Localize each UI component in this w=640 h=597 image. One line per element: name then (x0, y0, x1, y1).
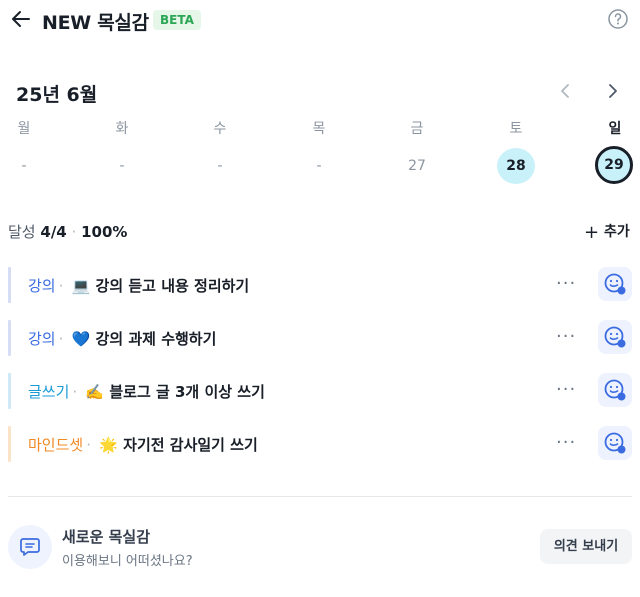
more-options-icon[interactable]: ··· (556, 273, 576, 294)
weekday-label: 토 (509, 121, 523, 137)
month-label: 25년 6월 (16, 84, 98, 106)
help-icon[interactable] (608, 9, 628, 29)
chat-icon (20, 538, 40, 556)
task-item[interactable]: 마인드셋 · 🌟 자기전 감사일기 쓰기 ··· (8, 426, 632, 462)
task-item[interactable]: 강의 · 💻 강의 듣고 내용 정리하기 ··· (8, 267, 632, 303)
task-category: 강의 (28, 277, 56, 295)
calendar-day[interactable]: 27 (398, 148, 436, 184)
more-options-icon[interactable]: ··· (556, 432, 576, 453)
weekday-label: 일 (608, 121, 622, 137)
task-color-bar (8, 320, 11, 356)
task-color-bar (8, 426, 11, 462)
add-button-label: 추가 (603, 224, 630, 240)
summary-percent: 100% (81, 223, 128, 241)
task-title: 블로그 글 3개 이상 쓰기 (109, 383, 265, 401)
task-label: 마인드셋 · 🌟 자기전 감사일기 쓰기 (28, 436, 258, 454)
smile-add-icon (604, 432, 626, 454)
prev-month-chevron-icon[interactable] (556, 81, 576, 101)
task-emoji: ✍️ (85, 383, 105, 401)
task-label: 강의 · 💙 강의 과제 수행하기 (28, 330, 217, 348)
task-item[interactable]: 글쓰기 · ✍️ 블로그 글 3개 이상 쓰기 ··· (8, 373, 632, 409)
divider (8, 496, 632, 497)
feedback-subtitle: 이용해보니 어떠셨나요? (62, 554, 193, 569)
task-label: 강의 · 💻 강의 듣고 내용 정리하기 (28, 277, 250, 295)
smile-add-icon (604, 326, 626, 348)
task-category: 글쓰기 (28, 383, 70, 401)
summary-separator: · (71, 223, 77, 241)
weekday-label: 월 (17, 121, 31, 137)
weekday-label: 화 (115, 121, 129, 137)
summary-count: 4/4 (40, 223, 67, 241)
task-emoji: 🌟 (99, 436, 118, 454)
weekday-label: 목 (312, 121, 326, 137)
more-options-icon[interactable]: ··· (556, 379, 576, 400)
achievement-summary: 달성 4/4 · 100% (8, 221, 127, 242)
beta-badge: BETA (153, 10, 201, 30)
task-emoji: 💙 (71, 330, 91, 348)
more-options-icon[interactable]: ··· (556, 326, 576, 347)
task-emoji: 💻 (71, 277, 91, 295)
send-feedback-button[interactable]: 의견 보내기 (540, 529, 632, 564)
calendar-day[interactable]: - (103, 148, 141, 184)
add-button[interactable]: + 추가 (584, 221, 630, 243)
back-arrow-icon[interactable] (10, 8, 32, 30)
emotion-add-button[interactable] (598, 426, 632, 460)
plus-icon: + (584, 222, 600, 243)
calendar-day[interactable]: - (5, 148, 43, 184)
emotion-add-button[interactable] (598, 373, 632, 407)
emotion-add-button[interactable] (598, 320, 632, 354)
weekday-label: 금 (410, 121, 424, 137)
next-month-chevron-icon[interactable] (602, 81, 622, 101)
task-title: 강의 과제 수행하기 (95, 330, 217, 348)
task-category: 마인드셋 (28, 436, 84, 454)
summary-label: 달성 (8, 223, 36, 241)
task-color-bar (8, 373, 11, 409)
smile-add-icon (604, 273, 626, 295)
page-title: NEW 목실감 (42, 12, 149, 34)
feedback-icon-circle (8, 525, 52, 569)
task-color-bar (8, 267, 11, 303)
task-label: 글쓰기 · ✍️ 블로그 글 3개 이상 쓰기 (28, 383, 265, 401)
task-title: 자기전 감사일기 쓰기 (123, 436, 258, 454)
calendar-day[interactable]: - (201, 148, 239, 184)
emotion-add-button[interactable] (598, 267, 632, 301)
calendar-day-highlighted[interactable]: 28 (497, 148, 535, 184)
feedback-title: 새로운 목실감 (62, 528, 151, 546)
task-category: 강의 (28, 330, 56, 348)
weekday-label: 수 (213, 121, 227, 137)
task-item[interactable]: 강의 · 💙 강의 과제 수행하기 ··· (8, 320, 632, 356)
smile-add-icon (604, 379, 626, 401)
task-title: 강의 듣고 내용 정리하기 (95, 277, 250, 295)
calendar-day-selected[interactable]: 29 (595, 146, 633, 184)
calendar-day[interactable]: - (300, 148, 338, 184)
